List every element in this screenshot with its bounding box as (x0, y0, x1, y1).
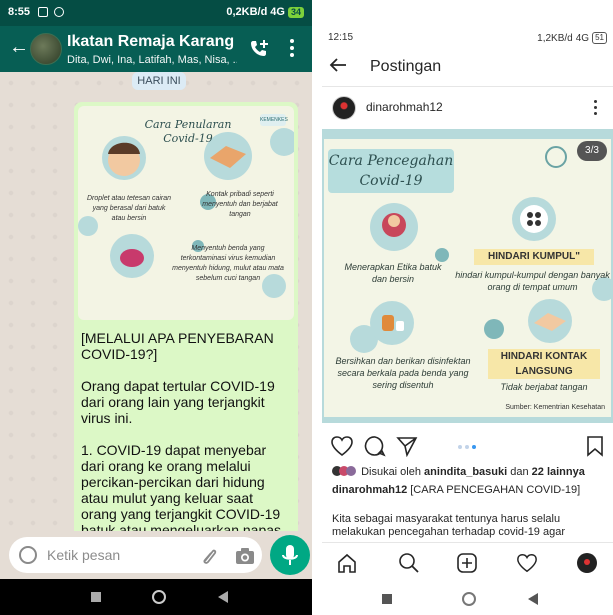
likes-count[interactable]: 22 lainnya (532, 466, 585, 478)
likes-prefix: Disukai oleh (361, 466, 425, 478)
status-bar: 8:55 0,2KB/d 4G 34 (0, 0, 312, 26)
battery-level: 34 (287, 6, 304, 18)
tip-caption-2: hindari kumpul-kumpul dengan banyak oran… (455, 270, 610, 292)
heart-icon[interactable] (330, 435, 354, 457)
more-options-icon[interactable] (288, 37, 296, 59)
chat-area[interactable]: HARI INI Cara Penularan Covid-19 KEMENKE… (0, 72, 312, 531)
infographic-title: Cara Pencegahan Covid-19 (328, 149, 454, 193)
status-time: 12:15 (328, 32, 354, 43)
message-paragraph-1: [MELALUI APA PENYEBARAN COVID-19?] (81, 330, 274, 362)
message-bubble[interactable]: Cara Penularan Covid-19 KEMENKES Droplet… (74, 102, 298, 531)
status-time: 8:55 (8, 6, 31, 18)
search-tab-icon[interactable] (398, 552, 420, 574)
emoji-icon[interactable] (19, 546, 37, 564)
caption-text: [CARA PENCEGAHAN COVID-19] (407, 484, 581, 496)
post-author-row: dinarohmah12 (322, 94, 613, 124)
notification-icon (38, 7, 48, 17)
android-nav-bar (0, 579, 312, 615)
activity-tab-icon[interactable] (516, 552, 538, 574)
camera-icon[interactable] (235, 547, 255, 565)
chat-title[interactable]: Ikatan Remaja Karang I... (67, 33, 237, 51)
back-arrow-icon[interactable]: ← (9, 37, 29, 57)
share-icon[interactable] (396, 435, 418, 457)
author-username[interactable]: dinarohmah12 (366, 100, 443, 114)
bottom-tab-bar (322, 542, 613, 582)
instagram-notification-icon (54, 7, 64, 17)
bookmark-icon[interactable] (586, 435, 604, 457)
tip-caption-3: Bersihkan dan berikan disinfektan secara… (335, 356, 471, 390)
android-nav-bar (322, 582, 613, 615)
recent-apps-icon[interactable] (91, 592, 101, 602)
header-divider (322, 86, 613, 87)
back-arrow-icon[interactable] (328, 55, 348, 75)
infographic-source: Sumber: Kementrian Kesehatan (505, 404, 605, 411)
message-placeholder: Ketik pesan (47, 547, 121, 563)
liker-avatars (332, 466, 358, 476)
add-call-icon[interactable] (249, 38, 269, 58)
caption-username[interactable]: dinarohmah12 (332, 484, 407, 496)
group-members[interactable]: Dita, Dwi, Ina, Latifah, Mas, Nisa, ... (67, 54, 237, 66)
carousel-counter: 3/3 (577, 141, 607, 161)
tip-heading-4: HINDARI KONTAK LANGSUNG (488, 349, 600, 379)
chat-header: ← Ikatan Remaja Karang I... Dita, Dwi, I… (0, 26, 312, 72)
network-speed: 0,2KB/d (226, 6, 268, 18)
likes-row[interactable]: Disukai oleh anindita_basuki dan 22 lain… (332, 466, 613, 478)
mic-button[interactable] (270, 535, 310, 575)
attach-icon[interactable] (199, 546, 219, 566)
back-icon[interactable] (528, 593, 538, 605)
carousel-dots (458, 445, 476, 449)
caption-body: Kita sebagai masyarakat tentunya harus s… (332, 513, 565, 538)
more-options-icon[interactable] (593, 98, 599, 118)
battery-level: 51 (592, 32, 607, 44)
tip-caption-4: Tidak berjabat tangan (500, 382, 588, 392)
whatsapp-screen: 8:55 0,2KB/d 4G 34 ← Ikatan Remaja Karan… (0, 0, 312, 615)
home-tab-icon[interactable] (336, 552, 358, 574)
tip-heading-2: HINDARI KUMPUL" (474, 249, 594, 265)
home-icon[interactable] (152, 590, 166, 604)
group-avatar[interactable] (30, 33, 62, 65)
author-avatar[interactable] (332, 96, 356, 120)
profile-tab-icon[interactable] (576, 552, 598, 574)
infographic-caption-3: Menyentuh benda yang terkontaminasi viru… (172, 245, 284, 282)
input-bar: Ketik pesan (0, 531, 312, 579)
ministry-logo: KEMENKES (260, 114, 288, 126)
tip-caption-1: Menerapkan Etika batuk dan bersin (344, 262, 442, 284)
date-chip: HARI INI (132, 72, 186, 90)
message-paragraph-3: 1. COVID-19 dapat menyebar dari orang ke… (81, 442, 285, 531)
message-paragraph-2: Orang dapat tertular COVID-19 dari orang… (81, 378, 275, 426)
likes-middle: dan (507, 466, 532, 478)
home-icon[interactable] (462, 592, 476, 606)
post-image[interactable]: Cara Pencegahan Covid-19 Menerapkan Etik… (322, 129, 613, 423)
likes-user[interactable]: anindita_basuki (424, 466, 507, 478)
infographic-caption-2: Kontak pribadi seperti menyentuh dan ber… (202, 191, 278, 218)
infographic-image[interactable]: Cara Penularan Covid-19 KEMENKES Droplet… (78, 106, 294, 320)
signal-type: 4G (575, 32, 590, 44)
mic-icon (282, 545, 298, 565)
infographic-title: Cara Penularan Covid-19 (144, 118, 232, 145)
new-post-tab-icon[interactable] (456, 552, 478, 574)
post-header-bar: Postingan (322, 50, 613, 84)
comment-icon[interactable] (364, 435, 386, 457)
page-title: Postingan (370, 58, 442, 75)
status-bar: 12:15 1,2KB/d 4G 51 (322, 28, 613, 48)
infographic-caption-1: Droplet atau tetesan cairan yang berasal… (86, 195, 172, 222)
instagram-screen: 12:15 1,2KB/d 4G 51 Postingan dinarohmah… (322, 28, 613, 615)
network-speed: 1,2KB/d (537, 32, 573, 44)
message-text: [MELALUI APA PENYEBARAN COVID-19?] Orang… (78, 330, 294, 531)
infographic-card: Cara Pencegahan Covid-19 Menerapkan Etik… (324, 139, 611, 417)
back-icon[interactable] (218, 591, 228, 603)
message-input[interactable]: Ketik pesan (9, 537, 262, 573)
post-caption: dinarohmah12 [CARA PENCEGAHAN COVID-19] (332, 484, 613, 496)
post-actions (322, 433, 613, 459)
recent-apps-icon[interactable] (382, 594, 392, 604)
signal-type: 4G (270, 6, 285, 18)
